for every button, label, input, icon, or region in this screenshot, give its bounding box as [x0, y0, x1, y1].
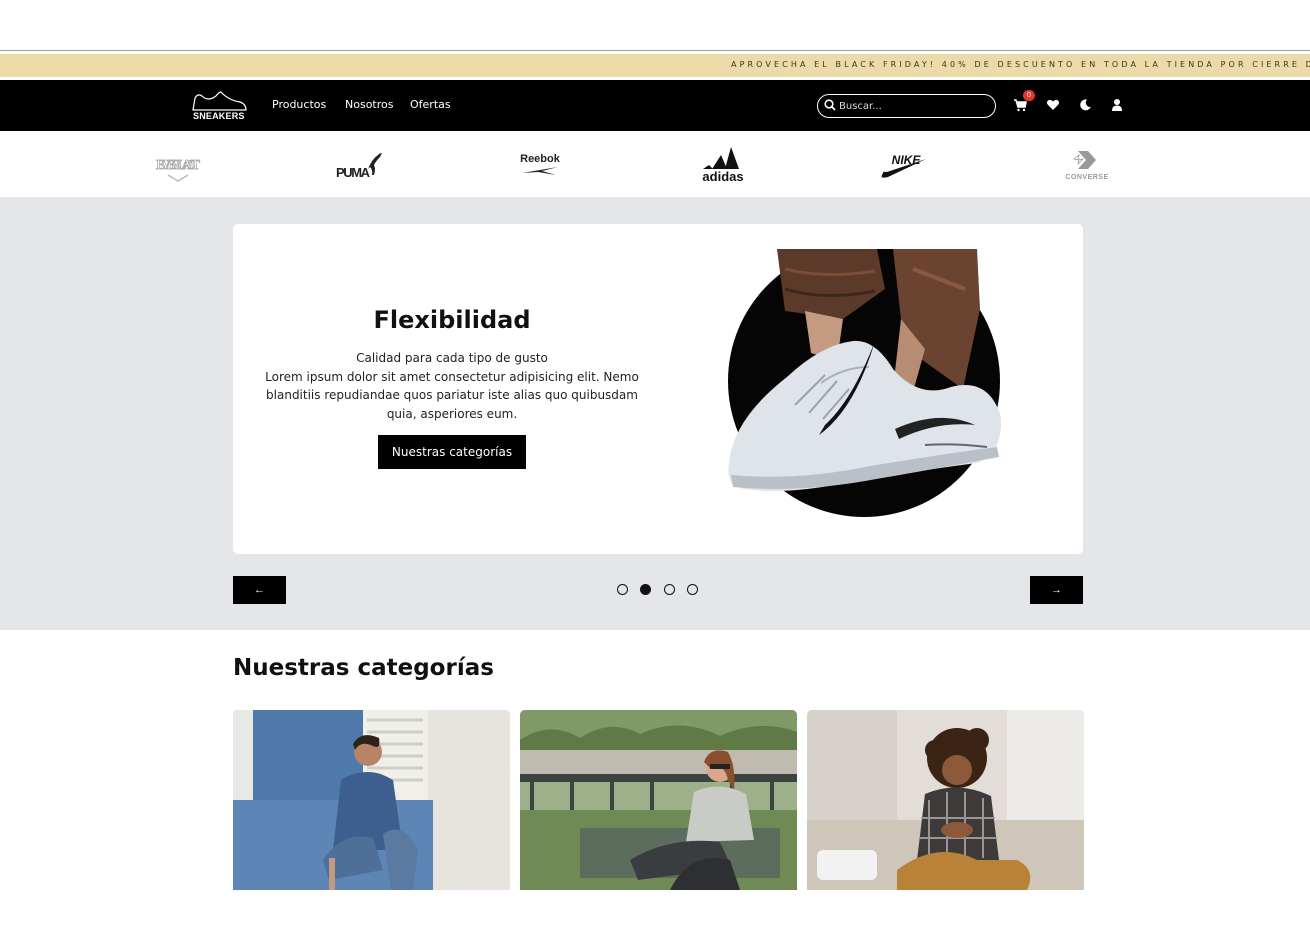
hero-carousel: Flexibilidad Calidad para cada tipo de g…: [0, 197, 1310, 630]
hero-text-line-1: Lorem ipsum dolor sit amet consectetur a…: [265, 369, 639, 384]
logo-text: SNEAKERS: [193, 111, 245, 121]
wishlist-button[interactable]: [1046, 97, 1062, 113]
hero-subtitle: Calidad para cada tipo de gusto: [356, 351, 548, 365]
carousel-dot-1[interactable]: [617, 584, 628, 595]
category-card-kids[interactable]: [807, 710, 1084, 890]
hero-slide: Flexibilidad Calidad para cada tipo de g…: [233, 224, 1083, 554]
brand-puma-label: PUMA: [336, 165, 371, 180]
hero-title: Flexibilidad: [373, 306, 531, 334]
search-input[interactable]: [839, 98, 989, 114]
sneakers-logo[interactable]: SNEAKERS: [188, 88, 250, 124]
nav-link-ofertas[interactable]: Ofertas: [410, 98, 451, 111]
brand-converse-label: CONVERSE: [1065, 174, 1108, 181]
category-kids-image: [807, 710, 1084, 890]
hero-description: Calidad para cada tipo de gusto Lorem ip…: [261, 349, 643, 423]
carousel-next-button[interactable]: →: [1030, 576, 1083, 604]
brand-logos-bar: EVERLAST PUMA Reebok adidas NIKE CONVERS…: [0, 131, 1310, 197]
navbar: SNEAKERS Productos Nosotros Ofertas 0: [0, 80, 1310, 131]
sneaker-logo-icon: [192, 91, 247, 111]
search-icon: [824, 99, 836, 111]
brand-adidas-label: adidas: [702, 169, 743, 184]
heart-icon: [1046, 99, 1060, 110]
hero-sneaker-image: [728, 249, 1002, 517]
brand-everlast-logo[interactable]: EVERLAST: [150, 131, 206, 197]
carousel-dot-2[interactable]: [640, 584, 651, 595]
brand-puma-logo[interactable]: PUMA: [332, 131, 388, 197]
user-account-button[interactable]: [1110, 97, 1126, 113]
moon-icon: [1080, 99, 1091, 111]
promo-text: APROVECHA EL BLACK FRIDAY! 40% DE DESCUE…: [731, 60, 1310, 69]
brand-adidas-logo[interactable]: adidas: [695, 131, 751, 197]
user-icon: [1112, 99, 1122, 111]
brand-nike-label: NIKE: [892, 153, 922, 167]
top-divider: [0, 50, 1310, 51]
category-men-image: [233, 710, 510, 890]
categories-title: Nuestras categorías: [233, 655, 494, 681]
category-card-men[interactable]: [233, 710, 510, 890]
search-box[interactable]: [817, 94, 996, 118]
category-card-women[interactable]: [520, 710, 797, 890]
hero-text-line-2: blanditiis repudiandae quos pariatur ist…: [266, 388, 638, 402]
carousel-dot-4[interactable]: [687, 584, 698, 595]
dark-mode-toggle[interactable]: [1078, 97, 1094, 113]
promo-banner: APROVECHA EL BLACK FRIDAY! 40% DE DESCUE…: [0, 54, 1310, 77]
brand-nike-logo[interactable]: NIKE: [876, 131, 932, 197]
hero-text-line-3: quia, asperiores eum.: [386, 406, 518, 421]
carousel-prev-button[interactable]: ←: [233, 576, 286, 604]
brand-everlast-label: EVERLAST: [156, 158, 201, 173]
carousel-dot-3[interactable]: [664, 584, 675, 595]
category-women-image: [520, 710, 797, 890]
categories-cta-button[interactable]: Nuestras categorías: [378, 435, 526, 469]
nav-link-productos[interactable]: Productos: [272, 98, 326, 111]
cart-count-badge: 0: [1023, 90, 1035, 101]
brand-reebok-logo[interactable]: Reebok: [512, 131, 568, 197]
brand-converse-logo[interactable]: CONVERSE: [1058, 131, 1116, 197]
nav-link-nosotros[interactable]: Nosotros: [345, 98, 393, 111]
brand-reebok-label: Reebok: [520, 153, 561, 165]
